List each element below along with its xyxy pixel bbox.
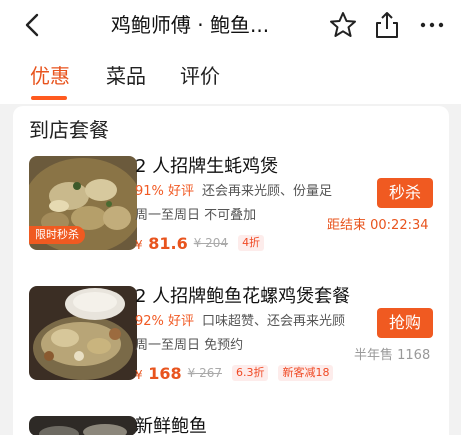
deal-item[interactable]: 新鲜鲍鱼 (13, 416, 449, 435)
abalone-image (29, 416, 137, 435)
review-highlights: 口味超赞、还会再来光顾 (202, 314, 346, 329)
flash-sale-button[interactable]: 秒杀 (377, 178, 433, 208)
page-title: 鸡鲍师傅 · 鲍鱼... (110, 13, 270, 37)
deals-card: 到店套餐 限时秒杀 2 人招牌生蚝鸡煲 91% 好评 还会再来光顾、份量足 周一至… (13, 106, 449, 435)
star-icon (330, 12, 356, 37)
deal-item[interactable]: 2 人招牌鲍鱼花螺鸡煲套餐 92% 好评 口味超赞、还会再来光顾 周一至周日 免预… (13, 286, 449, 406)
favorite-button[interactable] (327, 9, 359, 41)
deal-review-line: 91% 好评 还会再来光顾、份量足 (135, 183, 332, 201)
deal-name: 2 人招牌鲍鱼花螺鸡煲套餐 (135, 286, 351, 307)
abalone-conch-pot-image (29, 286, 137, 380)
active-tab-indicator (31, 96, 67, 100)
original-price: ¥ 204 (193, 236, 229, 250)
more-icon (420, 22, 444, 28)
availability-text: 周一至周日 免预约 (135, 338, 244, 353)
tab-bar: 优惠 菜品 评价 (0, 50, 461, 104)
discount-tag: 6.3折 (231, 365, 269, 381)
deal-review-line: 92% 好评 口味超赞、还会再来光顾 (135, 313, 345, 331)
back-button[interactable] (18, 10, 48, 40)
promo-tag: 新客减18 (278, 365, 334, 381)
price-value: 168 (148, 363, 182, 383)
deal-price: ¥ 81.6 (135, 234, 188, 253)
currency-symbol: ¥ (135, 367, 143, 382)
share-button[interactable] (371, 9, 403, 41)
deal-name: 新鲜鲍鱼 (135, 416, 207, 435)
more-button[interactable] (416, 9, 448, 41)
tab-reviews[interactable]: 评价 (180, 62, 220, 90)
share-icon (376, 12, 398, 38)
price-row: ¥ 168 ¥ 267 6.3折 新客减18 (135, 363, 334, 383)
price-row: ¥ 81.6 ¥ 204 4折 (135, 233, 265, 253)
flash-sale-badge: 限时秒杀 (29, 226, 85, 244)
tab-offers[interactable]: 优惠 (30, 62, 70, 90)
discount-tag: 4折 (238, 235, 265, 251)
buy-button[interactable]: 抢购 (377, 308, 433, 338)
sales-count: 半年售 1168 (354, 348, 431, 363)
review-highlights: 还会再来光顾、份量足 (202, 184, 333, 199)
chevron-left-icon (25, 13, 39, 37)
section-title: 到店套餐 (29, 118, 109, 142)
rating-text: 92% 好评 (135, 314, 195, 329)
deal-thumbnail (29, 286, 137, 380)
top-bar: 鸡鲍师傅 · 鲍鱼... (0, 0, 461, 50)
price-value: 81.6 (148, 233, 188, 253)
countdown-timer: 距结束 00:22:34 (327, 218, 429, 233)
deal-name: 2 人招牌生蚝鸡煲 (135, 156, 279, 177)
deal-thumbnail: 限时秒杀 (29, 156, 137, 250)
currency-symbol: ¥ (135, 237, 143, 252)
availability-text: 周一至周日 不可叠加 (135, 208, 257, 223)
deal-price: ¥ 168 (135, 364, 182, 383)
tab-dishes[interactable]: 菜品 (106, 62, 146, 90)
rating-text: 91% 好评 (135, 184, 195, 199)
deal-item[interactable]: 限时秒杀 2 人招牌生蚝鸡煲 91% 好评 还会再来光顾、份量足 周一至周日 不可… (13, 156, 449, 276)
original-price: ¥ 267 (187, 366, 222, 380)
deal-thumbnail (29, 416, 137, 435)
